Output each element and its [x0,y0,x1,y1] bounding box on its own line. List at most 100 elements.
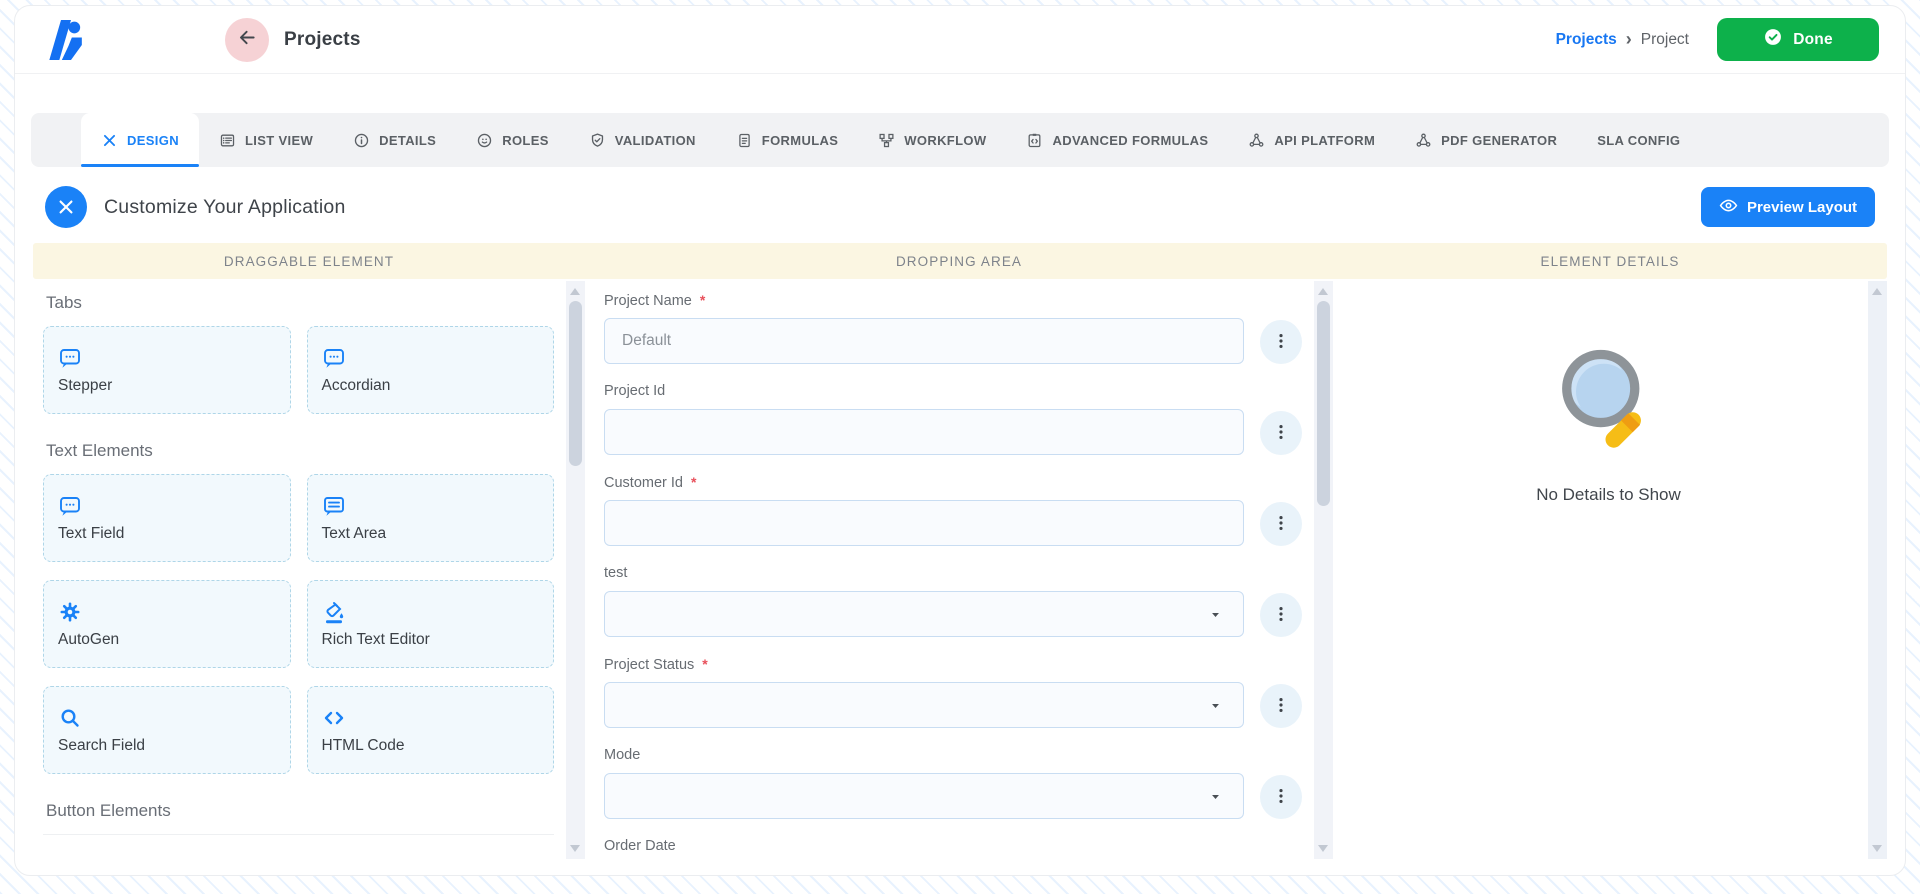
paint-fill-icon [322,600,346,624]
palette-item-label: Rich Text Editor [321,630,430,648]
breadcrumb-separator-icon: › [1625,28,1632,49]
required-asterisk: * [690,474,697,490]
clipboard-code-icon [1026,132,1043,149]
field-menu-button[interactable] [1260,502,1302,546]
brand-logo-icon [49,19,82,60]
palette-item-autogen[interactable]: AutoGen [43,580,291,668]
column-header-details: ELEMENT DETAILS [1540,253,1680,269]
tab-label: PDF GENERATOR [1441,132,1558,148]
field-menu-button[interactable] [1260,320,1302,364]
palette-grid: Text Field Text Area AutoGen Rich Text Edit… [43,474,554,774]
field-label: Project Name * [604,292,1304,311]
tab-label: LIST VIEW [244,132,314,148]
palette-item-text-field[interactable]: Text Field [43,474,291,562]
form-fields: Project Name * Default Project Id Customer I… [601,281,1314,859]
done-button[interactable]: Done [1717,18,1879,61]
scrollbar-thumb[interactable] [569,301,582,466]
palette-item-label: HTML Code [321,736,405,754]
tab-label: ADVANCED FORMULAS [1052,132,1209,148]
tab-advanced-formulas[interactable]: ADVANCED FORMULAS [1006,113,1228,167]
text-input[interactable] [604,409,1244,455]
text-input[interactable]: Default [604,318,1244,364]
dots-vertical-icon [1271,513,1291,536]
column-headers: DRAGGABLE ELEMENT DROPPING AREA ELEMENT … [33,243,1887,279]
column-header-dropping: DROPPING AREA [895,253,1023,269]
form-field-test: test [604,565,1304,637]
field-label: Project Status * [604,656,1304,675]
preview-layout-label: Preview Layout [1746,198,1858,216]
breadcrumb-link[interactable]: Projects [1556,31,1617,49]
select-input[interactable] [604,773,1244,819]
palette-item-accordian[interactable]: Accordian [306,326,554,414]
tab-sla-config[interactable]: SLA CONFIG [1577,113,1700,167]
right-panel-scrollbar[interactable] [1868,281,1887,859]
tab-details[interactable]: DETAILS [333,113,456,167]
field-menu-button[interactable] [1260,411,1302,455]
form-field-customer-id: Customer Id * [604,474,1304,546]
scroll-up-arrow-icon[interactable] [570,288,580,295]
dots-vertical-icon [1271,604,1291,627]
dropping-area-panel: Project Name * Default Project Id Customer I… [601,281,1333,859]
scroll-down-arrow-icon[interactable] [1872,845,1882,852]
select-input[interactable] [604,591,1244,637]
tab-api-platform[interactable]: API PLATFORM [1228,113,1395,167]
form-field-mode: Mode [604,747,1304,819]
tab-list-view[interactable]: LIST VIEW [199,113,333,167]
preview-layout-button[interactable]: Preview Layout [1701,187,1875,227]
palette-item-rich-text-editor[interactable]: Rich Text Editor [306,580,554,668]
tab-pdf-generator[interactable]: PDF GENERATOR [1395,113,1577,167]
field-label-text: test [604,565,628,581]
field-label: Customer Id * [604,474,1304,493]
select-input[interactable] [604,682,1244,728]
field-label-text: Customer Id [604,475,683,491]
magnifier-illustration [1561,349,1641,448]
section-divider [43,834,554,835]
field-label-text: Project Status [604,657,695,673]
palette-section-title: Text Elements [46,441,153,460]
eye-icon [1719,196,1738,219]
empty-details-state: No Details to Show [1349,281,1868,859]
customize-heading: Customize Your Application [104,195,346,218]
scroll-down-arrow-icon[interactable] [1318,845,1328,852]
tab-roles[interactable]: ROLES [456,113,569,167]
gear-icon [58,600,82,624]
scroll-up-arrow-icon[interactable] [1318,288,1328,295]
text-input[interactable] [604,500,1244,546]
field-menu-button[interactable] [1260,684,1302,728]
middle-panel-scrollbar[interactable] [1314,281,1333,859]
tab-workflow[interactable]: WORKFLOW [858,113,1006,167]
caret-down-icon [1208,698,1223,713]
caret-down-icon [1208,607,1223,622]
list-icon [219,132,236,149]
palette-item-text-area[interactable]: Text Area [306,474,554,562]
form-field-project-name: Project Name * Default [604,292,1304,364]
field-label: Mode [604,747,1304,766]
hub-icon [1248,132,1265,149]
code-icon [322,706,346,730]
check-circle-icon [1763,27,1783,52]
tab-formulas[interactable]: FORMULAS [716,113,858,167]
scrollbar-thumb[interactable] [1317,301,1330,506]
left-panel-scrollbar[interactable] [566,281,585,859]
tab-label: WORKFLOW [904,132,987,148]
form-field-order-date: Order Date [604,838,1304,859]
breadcrumb-current: Project [1640,30,1689,48]
tab-design[interactable]: DESIGN [81,113,199,167]
palette-item-html-code[interactable]: HTML Code [306,686,554,774]
back-button[interactable] [225,17,269,62]
design-tools-icon [101,132,118,149]
scroll-up-arrow-icon[interactable] [1872,288,1882,295]
tab-label: FORMULAS [761,132,839,148]
element-palette: Tabs Stepper Accordian Text Elements Text Fi… [33,281,566,859]
breadcrumb: Projects › Project [1556,28,1689,49]
palette-item-search-field[interactable]: Search Field [43,686,291,774]
field-menu-button[interactable] [1260,593,1302,637]
caret-down-icon [1208,789,1223,804]
scroll-down-arrow-icon[interactable] [570,845,580,852]
palette-item-label: Text Area [321,524,387,542]
field-label: Order Date [604,838,1304,857]
column-header-draggable: DRAGGABLE ELEMENT [223,253,395,269]
tab-validation[interactable]: VALIDATION [569,113,716,167]
palette-item-stepper[interactable]: Stepper [43,326,291,414]
field-menu-button[interactable] [1260,775,1302,819]
